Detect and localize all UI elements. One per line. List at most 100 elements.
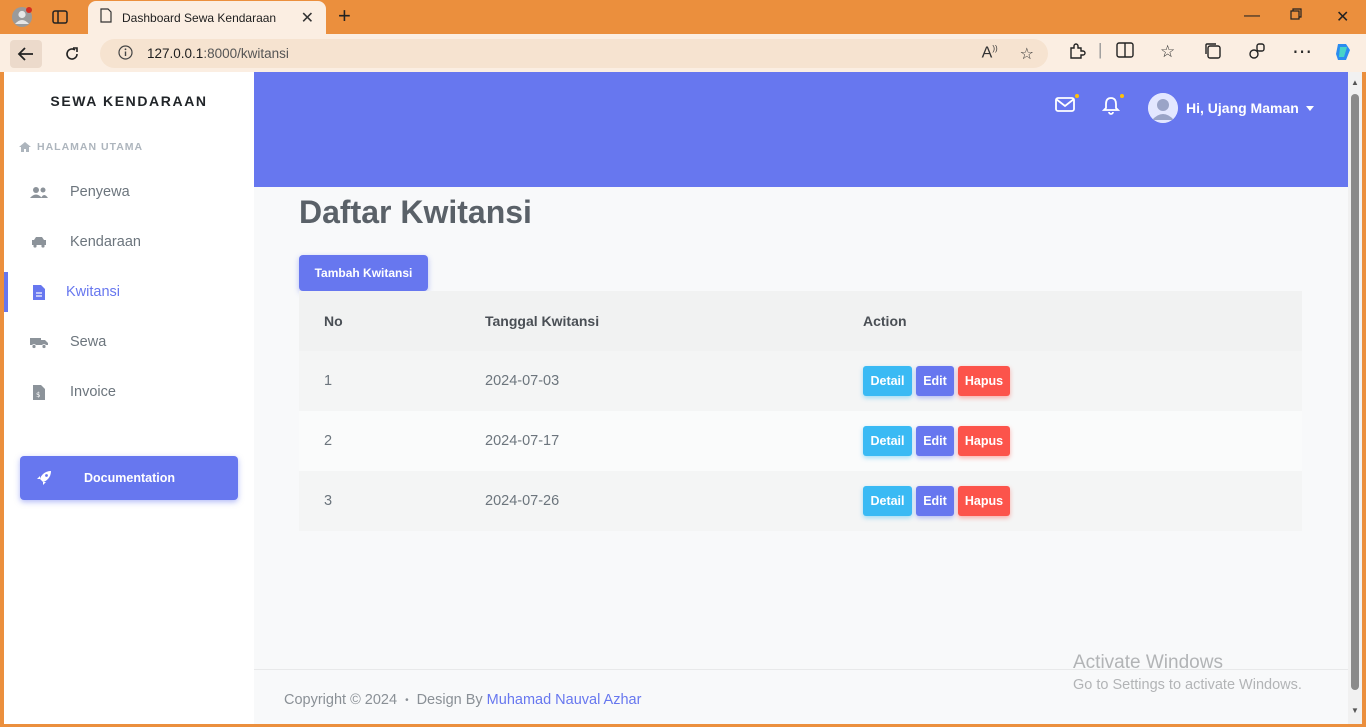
copilot-icon[interactable]: [1332, 41, 1354, 68]
row-date: 2024-07-26: [485, 493, 560, 509]
invoice-icon: $: [30, 384, 48, 400]
truck-icon: [30, 336, 48, 349]
close-window-icon[interactable]: ✕: [1336, 7, 1349, 27]
detail-button[interactable]: Detail: [863, 366, 912, 396]
message-indicator: [1075, 94, 1079, 98]
edit-button[interactable]: Edit: [916, 426, 954, 456]
sidebar-item-label: Kendaraan: [70, 234, 141, 250]
scroll-thumb[interactable]: [1351, 94, 1359, 690]
table-row: 2 2024-07-17 Detail Edit Hapus: [299, 411, 1302, 471]
vertical-scrollbar[interactable]: ▲ ▼: [1348, 72, 1362, 724]
address-bar[interactable]: 127.0.0.1:8000/kwitansi A)) ☆: [100, 39, 1048, 68]
copyright-text: Copyright © 2024: [284, 692, 398, 708]
column-header-action: Action: [863, 313, 907, 329]
minimize-icon[interactable]: —: [1244, 7, 1260, 25]
sidebar-item-kwitansi[interactable]: Kwitansi: [4, 272, 254, 312]
row-date: 2024-07-03: [485, 373, 560, 389]
favorites-icon[interactable]: ☆: [1160, 42, 1175, 62]
favorite-star-icon[interactable]: ☆: [1020, 44, 1034, 64]
footer: Copyright © 2024 • Design By Muhamad Nau…: [284, 692, 641, 708]
home-icon: [19, 142, 31, 152]
refresh-icon[interactable]: [56, 40, 88, 68]
sidebar-item-label: Penyewa: [70, 184, 130, 200]
page-icon: [100, 7, 112, 28]
chevron-down-icon: [1305, 105, 1314, 111]
documentation-button[interactable]: Documentation: [20, 456, 238, 500]
row-actions: Detail Edit Hapus: [863, 411, 1014, 471]
add-kwitansi-button[interactable]: Tambah Kwitansi: [299, 255, 428, 291]
activate-windows-watermark: Activate Windows Go to Settings to activ…: [1073, 652, 1302, 693]
sidebar-item-label: Sewa: [70, 334, 107, 350]
url-host: 127.0.0.1: [147, 46, 204, 61]
row-actions: Detail Edit Hapus: [863, 471, 1014, 531]
sidebar-item-penyewa[interactable]: Penyewa: [4, 172, 254, 212]
sidebar-item-invoice[interactable]: $ Invoice: [4, 372, 254, 412]
car-icon: [30, 236, 48, 248]
delete-button[interactable]: Hapus: [958, 486, 1010, 516]
restore-icon[interactable]: [1290, 7, 1302, 25]
delete-button[interactable]: Hapus: [958, 366, 1010, 396]
table-row: 3 2024-07-26 Detail Edit Hapus: [299, 471, 1302, 531]
scroll-down-icon[interactable]: ▼: [1351, 706, 1359, 715]
table-row: 1 2024-07-03 Detail Edit Hapus: [299, 351, 1302, 411]
sidebar-section-header: HALAMAN UTAMA: [18, 141, 143, 153]
notification-indicator: [1120, 94, 1124, 98]
web-page: SEWA KENDARAAN HALAMAN UTAMA Penyewa Ken…: [4, 72, 1348, 724]
more-icon[interactable]: ⋯: [1292, 39, 1312, 64]
envelope-icon[interactable]: [1055, 97, 1075, 117]
info-icon[interactable]: [118, 44, 133, 63]
detail-button[interactable]: Detail: [863, 426, 912, 456]
sidebar-item-label: Invoice: [70, 384, 116, 400]
watermark-title: Activate Windows: [1073, 652, 1223, 673]
column-header-date: Tanggal Kwitansi: [485, 313, 600, 329]
avatar: [1148, 93, 1178, 123]
browser-tabbar: Dashboard Sewa Kendaraan ✕ + — ✕: [0, 0, 1366, 34]
row-number: 1: [324, 373, 333, 389]
author-link[interactable]: Muhamad Nauval Azhar: [487, 692, 642, 708]
toolbar-divider: |: [1098, 40, 1103, 59]
users-icon: [30, 186, 48, 199]
row-number: 2: [324, 433, 333, 449]
user-menu[interactable]: Hi, Ujang Maman: [1148, 93, 1314, 123]
profile-icon[interactable]: [10, 6, 34, 28]
user-name: Hi, Ujang Maman: [1186, 100, 1299, 116]
sidebar: SEWA KENDARAAN HALAMAN UTAMA Penyewa Ken…: [4, 72, 254, 724]
tab-title: Dashboard Sewa Kendaraan: [122, 10, 277, 25]
edit-button[interactable]: Edit: [916, 366, 954, 396]
svg-text:$: $: [36, 391, 40, 399]
back-icon[interactable]: [10, 40, 42, 68]
new-tab-icon[interactable]: +: [338, 5, 351, 27]
page-title: Daftar Kwitansi: [299, 194, 532, 230]
tab-actions-icon[interactable]: [48, 6, 72, 28]
browser-essentials-icon[interactable]: [1248, 42, 1266, 65]
kwitansi-table: No Tanggal Kwitansi Action 1 2024-07-03 …: [299, 291, 1302, 531]
footer-bullet: •: [405, 694, 409, 706]
sidebar-item-label: Kwitansi: [66, 284, 120, 300]
rocket-icon: [35, 469, 53, 492]
detail-button[interactable]: Detail: [863, 486, 912, 516]
browser-tab[interactable]: Dashboard Sewa Kendaraan ✕: [88, 1, 326, 34]
bell-icon[interactable]: [1101, 96, 1121, 120]
url-path: :8000/kwitansi: [203, 46, 289, 61]
watermark-subtitle: Go to Settings to activate Windows.: [1073, 677, 1302, 693]
edit-button[interactable]: Edit: [916, 486, 954, 516]
extensions-icon[interactable]: [1068, 42, 1086, 65]
scroll-up-icon[interactable]: ▲: [1351, 78, 1359, 87]
documentation-label: Documentation: [84, 471, 175, 485]
delete-button[interactable]: Hapus: [958, 426, 1010, 456]
sidebar-item-sewa[interactable]: Sewa: [4, 322, 254, 362]
close-tab-icon[interactable]: ✕: [301, 8, 314, 28]
brand-title[interactable]: SEWA KENDARAAN: [4, 93, 254, 109]
split-screen-icon[interactable]: [1116, 42, 1134, 63]
design-by-text: Design By: [416, 692, 483, 708]
browser-toolbar: 127.0.0.1:8000/kwitansi A)) ☆ | ☆ ⋯: [0, 34, 1366, 72]
file-icon: [30, 284, 48, 300]
read-aloud-icon[interactable]: A)): [982, 44, 998, 64]
row-number: 3: [324, 493, 333, 509]
table-header: No Tanggal Kwitansi Action: [299, 291, 1302, 351]
column-header-no: No: [324, 313, 343, 329]
row-date: 2024-07-17: [485, 433, 560, 449]
collections-icon[interactable]: [1204, 42, 1222, 65]
top-navbar: Hi, Ujang Maman: [254, 72, 1348, 187]
sidebar-item-kendaraan[interactable]: Kendaraan: [4, 222, 254, 262]
